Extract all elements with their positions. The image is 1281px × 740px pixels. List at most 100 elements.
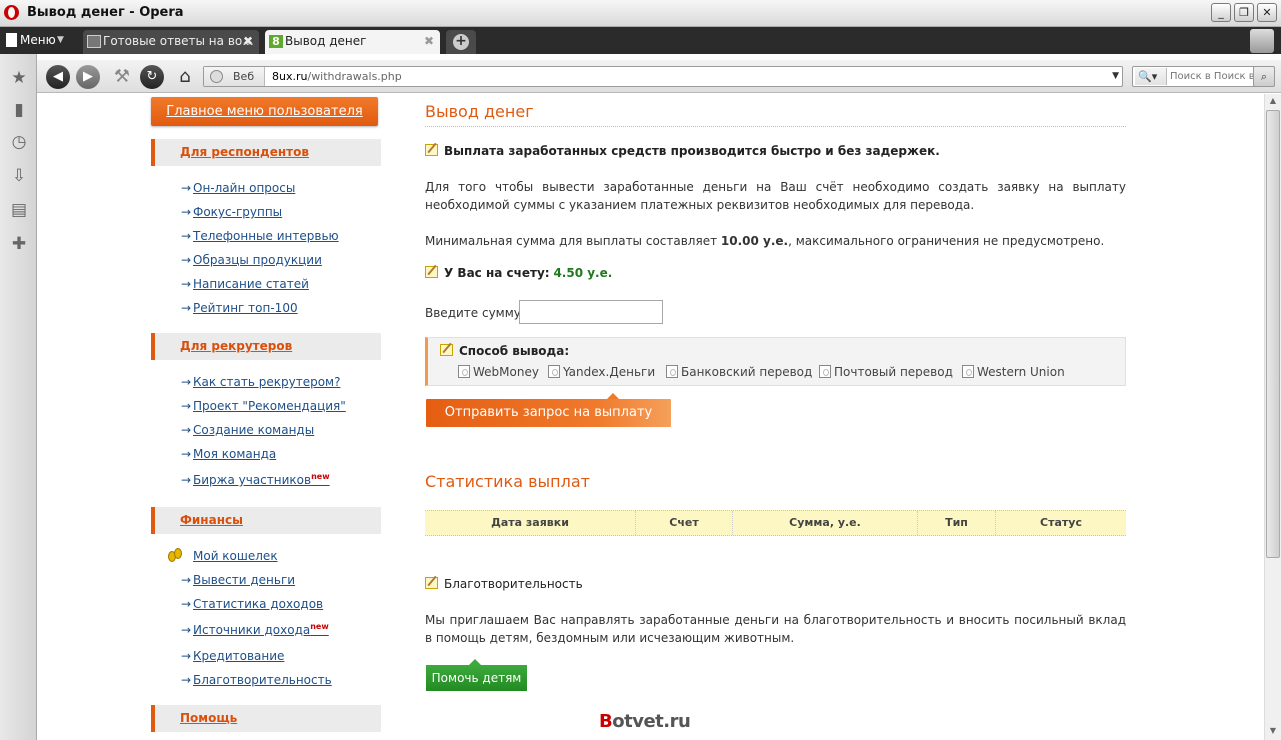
withdrawal-method-box: Способ вывода: WebMoney Yandex.Деньги Ба… [425,337,1126,386]
page-icon [87,35,101,48]
tab-label: Готовые ответы на во... [103,34,254,48]
link-my-team[interactable]: → Моя команда [181,447,276,461]
restore-icon[interactable]: ❐ [1234,3,1254,22]
link-charity[interactable]: → Благотворительность [181,673,332,687]
note-pencil-icon [425,577,438,589]
method-western-union[interactable]: Western Union [962,365,1065,379]
wallet-coins-icon [168,548,184,562]
url-domain: 8ux.ru [272,70,308,83]
search-go-icon[interactable]: ⌕ [1253,66,1275,87]
navigation-bar: ◀ ▶ ⚒ ↻ ⌂ Веб 8ux.ru/withdrawals.php ▼ 🔍… [37,60,1281,93]
trash-icon[interactable] [1250,29,1274,53]
opera-menu-button[interactable]: Меню ▼ [3,29,67,51]
address-dropdown-icon[interactable]: ▼ [1112,67,1119,86]
add-panel-icon[interactable]: ✚ [7,232,31,256]
radio-icon [666,365,678,378]
method-webmoney[interactable]: WebMoney [458,365,539,379]
document-icon [6,33,17,47]
window-title: Вывод денег - Opera [27,5,184,20]
link-credit[interactable]: → Кредитование [181,649,284,663]
search-field[interactable]: 🔍▾ ⌕ [1132,66,1275,87]
opera-logo-icon [4,5,19,20]
tab-withdrawals[interactable]: 8 Вывод денег ✖ [265,30,440,54]
downloads-icon[interactable]: ⇩ [7,164,31,188]
address-field[interactable]: Веб 8ux.ru/withdrawals.php ▼ [203,66,1123,87]
chevron-down-icon: ▼ [57,35,64,45]
botvet-watermark: Botvet.ru [599,711,691,732]
history-clock-icon[interactable]: ◷ [7,130,31,154]
side-panel: ★ ▮ ◷ ⇩ ▤ ✚ [0,54,37,740]
tab-answers[interactable]: Готовые ответы на во... ✖ [83,30,259,54]
scroll-thumb[interactable] [1266,110,1280,558]
reload-icon[interactable]: ↻ [140,65,164,89]
method-bank-transfer[interactable]: Банковский перевод [666,365,812,379]
title-divider [425,126,1126,127]
link-phone-interviews[interactable]: → Телефонные интервью [181,229,339,243]
section-finance[interactable]: Финансы [151,507,381,534]
link-my-wallet[interactable]: Мой кошелек [193,549,278,563]
globe-icon [210,70,223,83]
link-income-stats[interactable]: → Статистика доходов [181,597,323,611]
column-amount: Сумма, у.е. [733,511,918,535]
method-postal-transfer[interactable]: Почтовый перевод [819,365,953,379]
widgets-icon[interactable]: ▮ [7,98,31,122]
page-title: Вывод денег [425,102,534,121]
fast-payout-note: Выплата заработанных средств производитс… [425,144,940,158]
site-8ux-icon: 8 [269,35,283,48]
link-income-sources[interactable]: → Источники доходаnew [181,622,329,637]
back-icon[interactable]: ◀ [46,65,70,89]
link-product-samples[interactable]: → Образцы продукции [181,253,322,267]
radio-icon [548,365,560,378]
balance-line: У Вас на счету: 4.50 у.е. [425,266,612,280]
close-icon[interactable]: ✕ [1257,3,1277,22]
radio-icon [962,365,974,378]
column-type: Тип [918,511,996,535]
stats-title: Статистика выплат [425,472,590,491]
bookmarks-star-icon[interactable]: ★ [7,66,31,90]
radio-icon [819,365,831,378]
section-respondents[interactable]: Для респондентов [151,139,381,166]
page-scrollbar[interactable]: ▲ ▼ [1264,94,1281,740]
address-scheme-button[interactable]: Веб [204,67,265,86]
scroll-up-icon[interactable]: ▲ [1265,94,1281,108]
link-recommendation-project[interactable]: → Проект "Рекомендация" [181,399,346,413]
minimize-icon[interactable]: _ [1211,3,1231,22]
amount-input[interactable] [519,300,663,324]
forward-icon[interactable]: ▶ [76,65,100,89]
url-path: /withdrawals.php [307,70,402,83]
search-engine-selector[interactable]: 🔍▾ [1135,68,1167,85]
scroll-down-icon[interactable]: ▼ [1265,724,1281,738]
column-account: Счет [636,511,733,535]
link-top-100[interactable]: → Рейтинг топ-100 [181,301,298,315]
link-members-exchange[interactable]: → Биржа участниковnew [181,472,330,487]
method-title: Способ вывода: [440,344,569,358]
balance-value: 4.50 у.е. [553,266,613,280]
url-text[interactable]: 8ux.ru/withdrawals.php [272,67,402,86]
notes-icon[interactable]: ▤ [7,198,31,222]
method-yandex[interactable]: Yandex.Деньги [548,365,655,379]
scheme-label: Веб [233,70,255,83]
tab-bar: Меню ▼ Готовые ответы на во... ✖ 8 Вывод… [0,27,1281,54]
link-article-writing[interactable]: → Написание статей [181,277,309,291]
section-help[interactable]: Помощь [151,705,381,732]
column-status: Статус [1040,516,1082,529]
charity-text: Мы приглашаем Вас направлять заработанны… [425,613,1126,645]
help-children-button[interactable]: Помочь детям [426,659,527,691]
column-request-date: Дата заявки [425,511,636,535]
home-icon[interactable]: ⌂ [173,65,197,89]
link-focus-groups[interactable]: → Фокус-группы [181,205,282,219]
charity-heading: Благотворительность [425,577,583,591]
close-tab-icon[interactable]: ✖ [243,30,253,53]
payout-stats-table: Дата заявки Счет Сумма, у.е. Тип Статус [425,510,1126,536]
link-become-recruiter[interactable]: → Как стать рекрутером? [181,375,340,389]
section-recruiters[interactable]: Для рекрутеров [151,333,381,360]
link-online-surveys[interactable]: → Он-лайн опросы [181,181,295,195]
close-tab-icon[interactable]: ✖ [424,30,434,53]
submit-payout-request-button[interactable]: Отправить запрос на выплату [426,393,671,427]
magic-wand-icon[interactable]: ⚒ [110,65,134,89]
link-withdraw[interactable]: → Вывести деньги [181,573,295,587]
new-badge: new [310,622,329,631]
new-tab-button[interactable]: + [446,30,476,54]
main-menu-button[interactable]: Главное меню пользователя [151,97,378,126]
link-create-team[interactable]: → Создание команды [181,423,314,437]
